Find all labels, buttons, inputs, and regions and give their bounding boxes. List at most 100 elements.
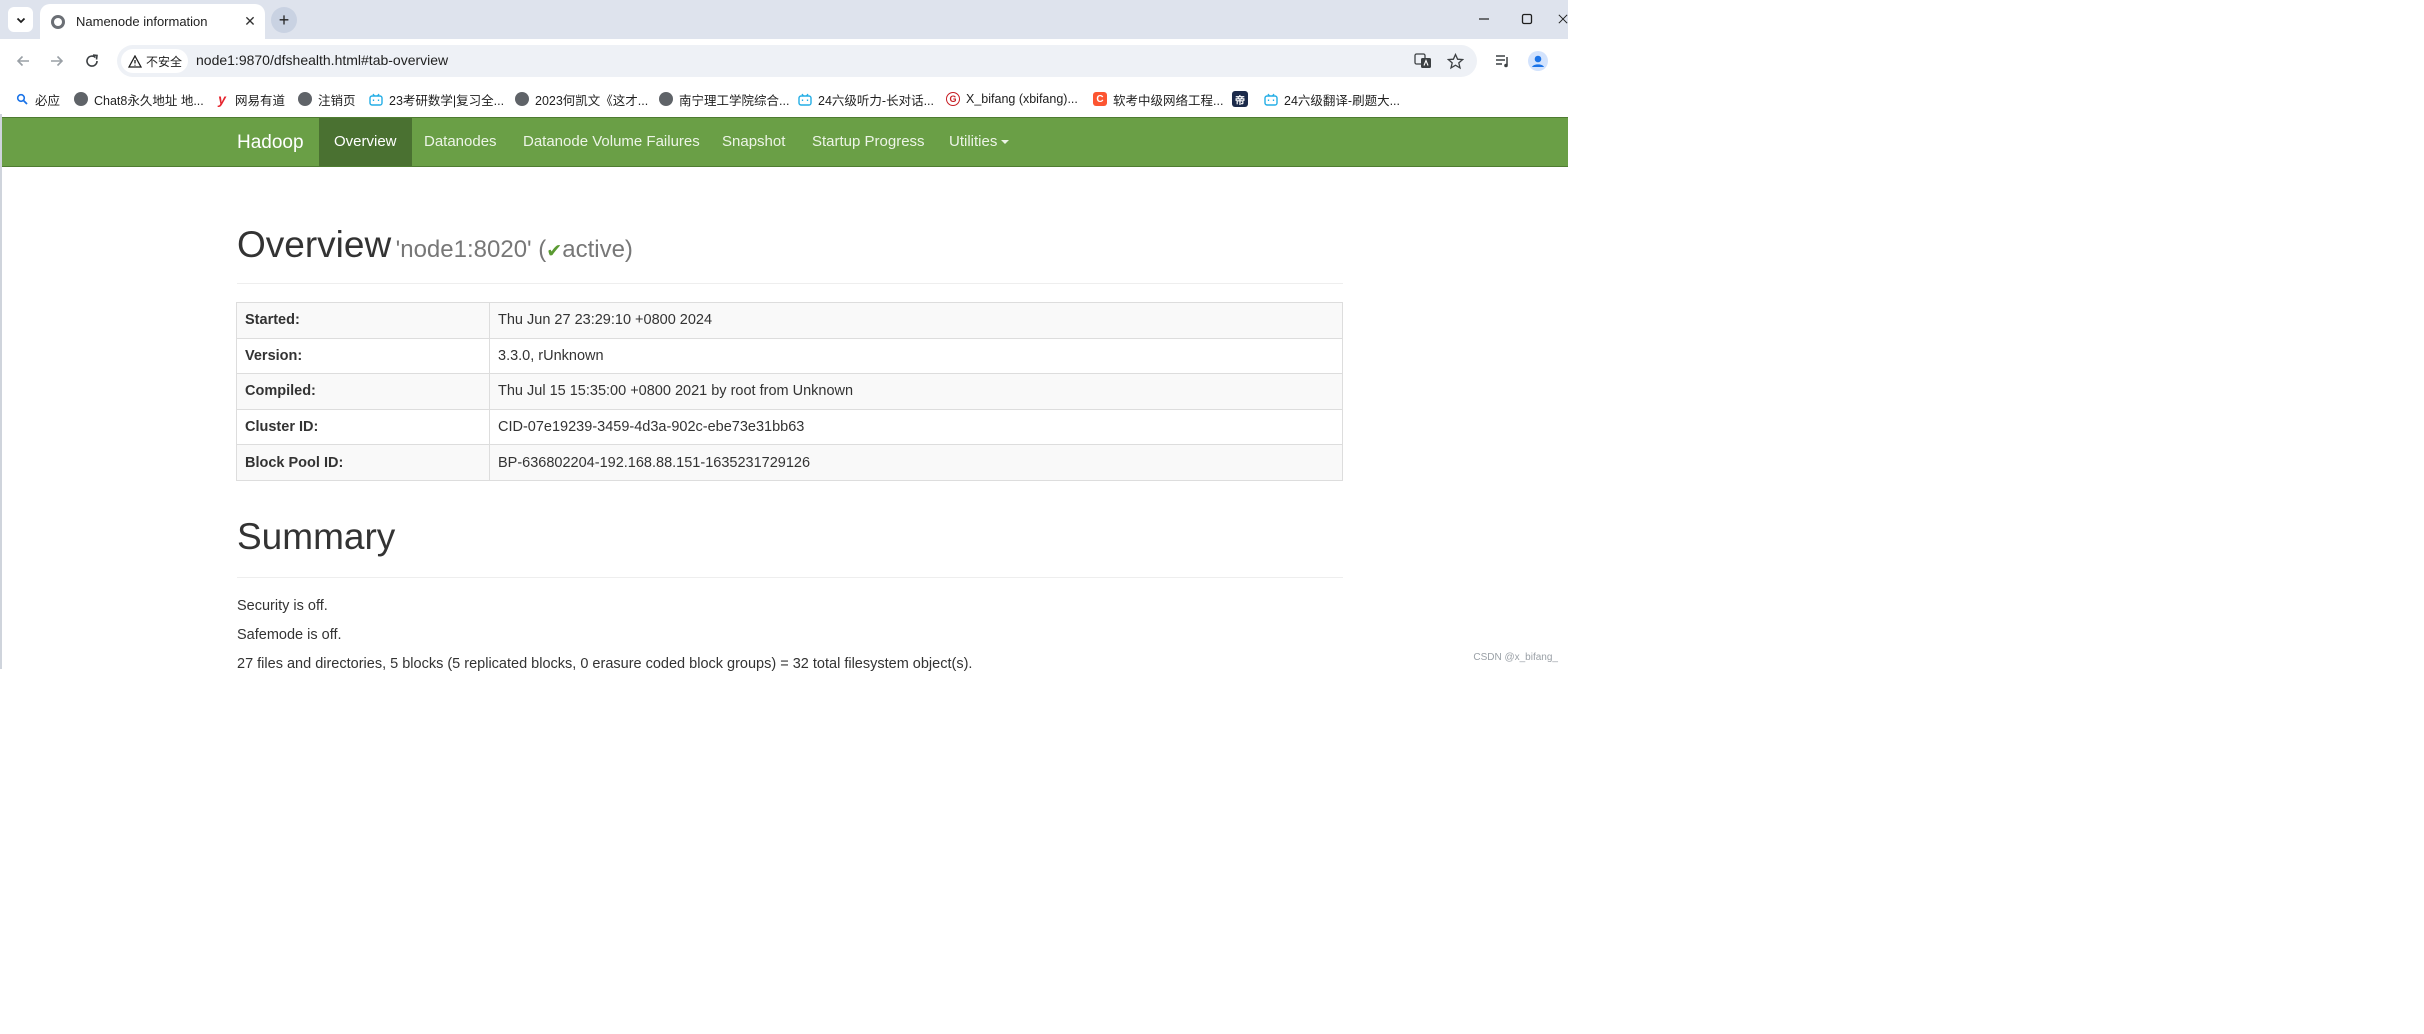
forward-button[interactable] — [45, 49, 69, 73]
browser-tab-active[interactable]: Namenode information ✕ — [40, 4, 265, 39]
maximize-button[interactable] — [1517, 9, 1537, 29]
bookmark-item[interactable]: 帝 — [1232, 90, 1254, 108]
security-indicator[interactable]: 不安全 — [121, 49, 188, 73]
bookmark-item[interactable]: 23考研数学|复习全... — [369, 90, 504, 108]
url-text[interactable]: node1:9870/dfshealth.html#tab-overview — [196, 52, 448, 68]
table-row: Block Pool ID: BP-636802204-192.168.88.15… — [236, 444, 1343, 481]
nav-utilities-label: Utilities — [949, 133, 998, 150]
bookmark-item[interactable]: 注销页 — [298, 90, 356, 108]
reload-button[interactable] — [80, 49, 104, 73]
globe-icon — [298, 92, 312, 106]
row-value: Thu Jun 27 23:29:10 +0800 2024 — [489, 302, 1343, 339]
bookmark-label: Chat8永久地址 地... — [94, 93, 204, 108]
csdn-icon: C — [1093, 92, 1107, 106]
bookmark-item[interactable]: 南宁理工学院综合... — [659, 90, 789, 108]
bookmark-label: 软考中级网络工程... — [1113, 93, 1224, 108]
nav-snapshot[interactable]: Snapshot — [707, 118, 800, 166]
row-key: Version: — [236, 337, 490, 375]
row-key: Started: — [236, 302, 490, 339]
media-control-icon[interactable] — [1492, 50, 1514, 72]
safemode-status: Safemode is off. — [237, 627, 342, 643]
nav-datanode-volume-failures[interactable]: Datanode Volume Failures — [508, 118, 715, 166]
navbar-brand[interactable]: Hadoop — [237, 132, 304, 154]
bookmarks-bar: 必应 Chat8永久地址 地... y 网易有道 注销页 23考研数学|复习全.… — [0, 82, 1568, 114]
minimize-icon — [1479, 18, 1489, 20]
bookmark-label: 23考研数学|复习全... — [389, 93, 505, 108]
bookmark-item[interactable]: 24六级翻译-刷题大... — [1264, 90, 1400, 108]
bookmark-label: 2023何凯文《这才... — [535, 93, 649, 108]
security-label: 不安全 — [146, 54, 183, 69]
globe-icon — [515, 92, 529, 106]
bookmark-item[interactable]: G X_bifang (xbifang)... — [946, 90, 1078, 108]
di-icon: 帝 — [1232, 91, 1248, 107]
nav-startup-progress[interactable]: Startup Progress — [797, 118, 940, 166]
tab-title: Namenode information — [76, 14, 208, 29]
chevron-down-icon — [16, 17, 25, 23]
nav-utilities-dropdown[interactable]: Utilities — [934, 118, 1024, 166]
bookmark-label: 24六级翻译-刷题大... — [1284, 93, 1400, 108]
gitee-icon: G — [946, 92, 960, 106]
arrow-right-icon — [51, 55, 64, 67]
browser-toolbar: 不安全 node1:9870/dfshealth.html#tab-overvi… — [0, 39, 1568, 82]
csdn-watermark: CSDN @x_bifang_ — [1473, 652, 1558, 663]
close-icon[interactable]: ✕ — [241, 13, 259, 31]
bookmark-item[interactable]: y 网易有道 — [215, 90, 285, 108]
warning-icon — [128, 54, 142, 68]
address-bar[interactable]: 不安全 node1:9870/dfshealth.html#tab-overvi… — [117, 45, 1477, 77]
bing-search-icon — [15, 92, 29, 106]
globe-icon — [51, 14, 65, 29]
window-close-button[interactable] — [1558, 9, 1568, 29]
bookmark-label: 必应 — [35, 93, 61, 108]
table-row: Started: Thu Jun 27 23:29:10 +0800 2024 — [236, 302, 1343, 339]
row-key: Block Pool ID: — [236, 444, 490, 481]
bookmark-label: 注销页 — [318, 93, 356, 108]
bookmark-item[interactable]: Chat8永久地址 地... — [74, 90, 204, 108]
row-key: Compiled: — [236, 373, 490, 410]
globe-icon — [659, 92, 673, 106]
bookmark-item[interactable]: 2023何凯文《这才... — [515, 90, 648, 108]
nav-datanodes[interactable]: Datanodes — [409, 118, 512, 166]
table-row: Cluster ID: CID-07e19239-3459-4d3a-902c-e… — [236, 408, 1343, 446]
bookmark-label: 网易有道 — [235, 93, 286, 108]
filesystem-objects-summary: 27 files and directories, 5 blocks (5 re… — [237, 656, 973, 672]
bilibili-icon — [1264, 92, 1278, 106]
overview-title: Overview — [237, 224, 392, 265]
overview-info-table: Started: Thu Jun 27 23:29:10 +0800 2024 Ve… — [236, 302, 1343, 481]
table-row: Compiled: Thu Jul 15 15:35:00 +0800 2021 … — [236, 373, 1343, 410]
row-value: CID-07e19239-3459-4d3a-902c-ebe73e31bb63 — [489, 408, 1343, 446]
row-key: Cluster ID: — [236, 408, 490, 446]
overview-subtitle: 'node1:8020' (✔active) — [396, 236, 633, 263]
new-tab-button[interactable]: + — [271, 7, 297, 33]
overview-header: Overview 'node1:8020' (✔active) — [237, 224, 1343, 284]
paren-close: ) — [624, 236, 633, 263]
tab-search-button[interactable] — [8, 7, 33, 32]
bilibili-icon — [798, 92, 812, 106]
row-value: BP-636802204-192.168.88.151-163523172912… — [489, 444, 1343, 481]
hadoop-navbar: Hadoop Overview Datanodes Datanode Volum… — [2, 117, 1568, 167]
table-row: Version: 3.3.0, rUnknown — [236, 337, 1343, 375]
summary-header: Summary — [237, 516, 1343, 578]
translate-icon[interactable] — [1414, 52, 1432, 70]
maximize-icon — [1521, 13, 1533, 25]
row-value: 3.3.0, rUnknown — [489, 337, 1343, 375]
back-button[interactable] — [11, 49, 35, 73]
close-icon — [1558, 14, 1568, 24]
bookmark-label: 24六级听力-长对话... — [818, 93, 934, 108]
reload-icon — [86, 54, 98, 67]
bookmark-item[interactable]: 24六级听力-长对话... — [798, 90, 934, 108]
globe-icon — [74, 92, 88, 106]
page-left-border — [0, 114, 2, 669]
summary-title: Summary — [237, 516, 396, 557]
namenode-state: active — [562, 236, 625, 263]
check-icon: ✔ — [546, 241, 563, 262]
youdao-icon: y — [218, 91, 226, 107]
bookmark-item[interactable]: C 软考中级网络工程... — [1093, 90, 1223, 108]
caret-down-icon — [1001, 140, 1010, 145]
row-value: Thu Jul 15 15:35:00 +0800 2021 by root f… — [489, 373, 1343, 410]
bookmark-item[interactable]: 必应 — [15, 90, 60, 108]
profile-avatar-icon[interactable] — [1527, 50, 1549, 72]
bookmark-star-icon[interactable] — [1446, 52, 1464, 70]
nav-overview[interactable]: Overview — [319, 118, 412, 166]
arrow-left-icon — [16, 55, 29, 67]
minimize-button[interactable] — [1474, 9, 1494, 29]
